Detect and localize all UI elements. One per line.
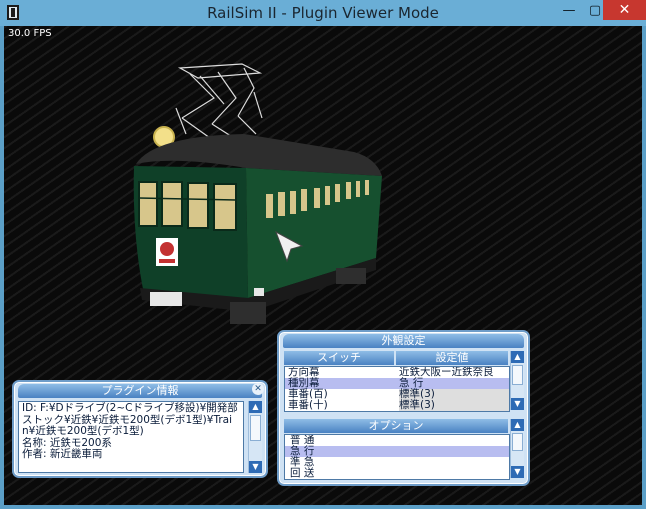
plugin-info-line: 作者: 新近畿車両 [22, 448, 103, 460]
scroll-down-icon[interactable]: ▼ [249, 461, 262, 473]
scroll-up-icon[interactable]: ▲ [511, 351, 524, 363]
option-list: 普 通 急 行 準 急 回 送 [284, 434, 510, 480]
close-button[interactable]: ✕ [603, 0, 646, 20]
title-bar: RailSim II - Plugin Viewer Mode — ▢ ✕ [0, 0, 646, 26]
plugin-info-title: プラグイン情報 [18, 384, 262, 398]
coupler [150, 292, 182, 306]
scroll-thumb[interactable] [512, 365, 523, 385]
close-icon[interactable]: ✕ [252, 383, 264, 395]
scroll-up-icon[interactable]: ▲ [511, 419, 524, 431]
value-column-header[interactable]: 設定値 [396, 351, 508, 365]
scroll-thumb[interactable] [250, 415, 261, 441]
switch-column-header[interactable]: スイッチ [284, 351, 394, 365]
plugin-info-text: ID: F:¥Dドライブ(2~Cドライブ移設)¥開発部 ストック¥近鉄¥近鉄モ2… [18, 401, 244, 473]
switch-list-scrollbar[interactable]: ▲ ▼ [510, 351, 524, 410]
option-item[interactable]: 回 送 [285, 468, 509, 479]
option-header: オプション [284, 419, 508, 433]
switch-list: 方向幕 近鉄大阪ー近鉄奈良 種別幕 急 行 車番(百) 標準(3) 車番(十) … [284, 366, 510, 412]
scroll-thumb[interactable] [512, 433, 523, 451]
switch-name: 車番(十) [288, 399, 328, 411]
scroll-down-icon[interactable]: ▼ [511, 466, 524, 478]
scroll-down-icon[interactable]: ▼ [511, 398, 524, 410]
appearance-settings-panel: 外観設定 スイッチ 設定値 方向幕 近鉄大阪ー近鉄奈良 種別幕 急 行 車番(百… [277, 330, 530, 486]
plugin-info-scrollbar[interactable]: ▲ ▼ [248, 401, 262, 473]
plugin-info-line: ID: F:¥Dドライブ(2~Cドライブ移設)¥開発部 [22, 402, 238, 414]
option-item-selected[interactable]: 急 行 [285, 446, 509, 457]
option-label: 回 送 [290, 467, 315, 479]
scroll-up-icon[interactable]: ▲ [249, 401, 262, 413]
switch-value: 標準(3) [399, 400, 509, 411]
switch-row[interactable]: 車番(十) 標準(3) [285, 400, 509, 411]
appearance-title: 外観設定 [283, 334, 524, 348]
option-list-scrollbar[interactable]: ▲ ▼ [510, 419, 524, 478]
plugin-info-panel: プラグイン情報 ✕ ID: F:¥Dドライブ(2~Cドライブ移設)¥開発部 スト… [12, 380, 268, 478]
window-title: RailSim II - Plugin Viewer Mode [207, 4, 439, 22]
option-item[interactable]: 普 通 [285, 435, 509, 446]
option-item[interactable]: 準 急 [285, 457, 509, 468]
plugin-info-line: n¥近鉄モ200型(デボ1型) [22, 425, 144, 437]
minimize-button[interactable]: — [556, 0, 582, 20]
pantograph [175, 63, 263, 139]
